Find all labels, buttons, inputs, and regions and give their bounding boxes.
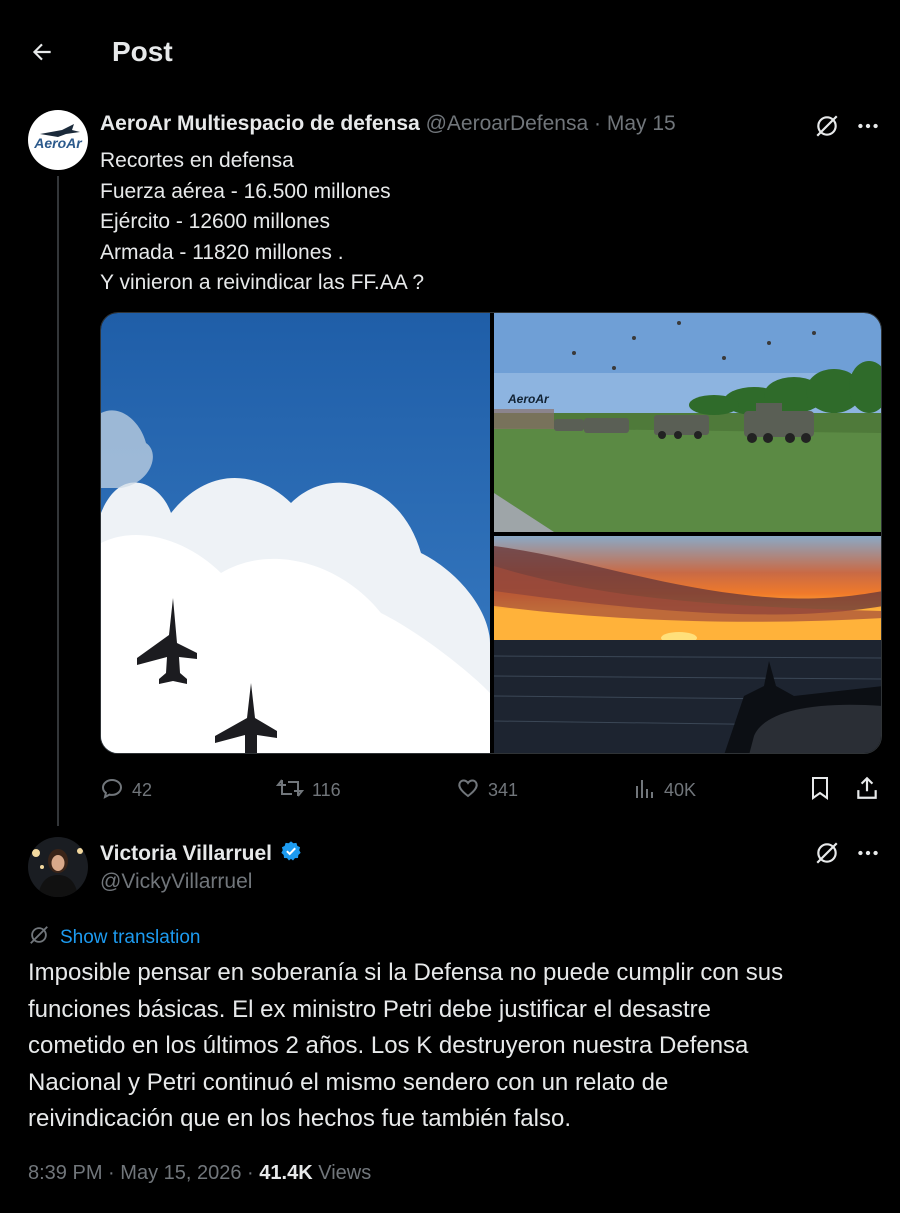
quoted-tweet-action-bar: 42 116 341 40K — [100, 774, 882, 806]
quoted-tweet-text: Recortes en defensa Fuerza aérea - 16.50… — [100, 146, 424, 299]
bookmark-icon — [808, 775, 832, 806]
separator-dot: · — [594, 112, 602, 135]
show-translation-link[interactable]: Show translation — [28, 924, 200, 952]
separator-dot: · — [108, 1162, 115, 1184]
tweet-text-line: Y vinieron a reivindicar las FF.AA ? — [100, 271, 425, 294]
page-title: Post — [112, 36, 173, 67]
avatar-logo-text: AeroAr — [33, 135, 83, 151]
repost-button[interactable]: 116 — [275, 774, 341, 806]
heart-icon — [456, 776, 480, 805]
reply-count: 42 — [132, 779, 153, 800]
main-author[interactable]: Victoria Villarruel — [100, 840, 302, 868]
image-watermark: AeroAr — [507, 392, 550, 406]
repost-count: 116 — [312, 779, 341, 800]
tweet-text-line: Imposible pensar en soberanía si la Defe… — [28, 959, 784, 986]
grok-icon[interactable] — [814, 113, 840, 144]
views-label: Views — [318, 1162, 372, 1184]
tweet-time[interactable]: 8:39 PM — [28, 1162, 102, 1184]
more-options-icon[interactable] — [855, 840, 881, 871]
tweet-text-line: Recortes en defensa — [100, 149, 294, 172]
reply-icon — [100, 776, 124, 805]
tweet-full-date[interactable]: May 15, 2026 — [120, 1162, 241, 1184]
share-button[interactable] — [854, 774, 880, 806]
tweet-text-line: Armada - 11820 millones . — [100, 240, 344, 264]
tweet-text-line: cometido en los últimos 2 años. Los K de… — [28, 1032, 749, 1059]
show-translation-label[interactable]: Show translation — [60, 927, 200, 949]
author-handle[interactable]: @AeroarDefensa — [426, 112, 589, 135]
repost-icon — [275, 776, 305, 805]
main-tweet-text: Imposible pensar en soberanía si la Defe… — [28, 955, 878, 1138]
jets-photo[interactable] — [101, 313, 490, 753]
aeroar-avatar[interactable]: AeroAr — [28, 110, 88, 170]
views-button[interactable]: 40K — [634, 774, 696, 806]
tweet-text-line: funciones básicas. El ex ministro Petri … — [28, 995, 711, 1023]
tweet-text-line: Nacional y Petri continuó el mismo sende… — [28, 1068, 669, 1096]
quoted-tweet-header: AeroAr Multiespacio de defensa @AeroarDe… — [100, 112, 676, 136]
reply-button[interactable]: 42 — [100, 774, 152, 806]
top-bar: Post — [0, 0, 900, 104]
author-handle[interactable]: @VickyVillarruel — [100, 870, 252, 894]
author-name[interactable]: AeroAr Multiespacio de defensa — [100, 112, 420, 135]
tweet-text-line: reivindicación que en los hechos fue tam… — [28, 1105, 571, 1132]
armored-vehicles-photo[interactable]: AeroAr — [494, 313, 881, 532]
translate-icon — [28, 924, 50, 952]
separator-dot: · — [247, 1162, 254, 1184]
more-options-icon[interactable] — [855, 113, 881, 144]
bookmark-button[interactable] — [808, 774, 832, 806]
views-count: 40K — [664, 779, 697, 800]
media-grid: AeroAr — [100, 312, 882, 754]
user-avatar[interactable] — [28, 837, 88, 897]
author-name[interactable]: Victoria Villarruel — [100, 842, 272, 866]
thread-line — [57, 176, 59, 826]
tweet-date[interactable]: May 15 — [607, 112, 676, 135]
like-button[interactable]: 341 — [456, 774, 518, 806]
back-arrow-icon[interactable] — [26, 36, 58, 68]
analytics-icon — [634, 776, 656, 805]
verified-badge-icon — [280, 840, 302, 868]
tweet-text-line: Fuerza aérea - 16.500 millones — [100, 179, 391, 203]
grok-icon[interactable] — [814, 840, 840, 871]
ship-sunset-photo[interactable] — [493, 536, 881, 753]
views-total: 41.4K — [259, 1162, 313, 1184]
like-count: 341 — [488, 779, 519, 800]
share-icon — [854, 775, 880, 806]
tweet-meta: 8:39 PM · May 15, 2026 · 41.4K Views — [28, 1162, 371, 1185]
tweet-text-line: Ejército - 12600 millones — [100, 210, 330, 233]
